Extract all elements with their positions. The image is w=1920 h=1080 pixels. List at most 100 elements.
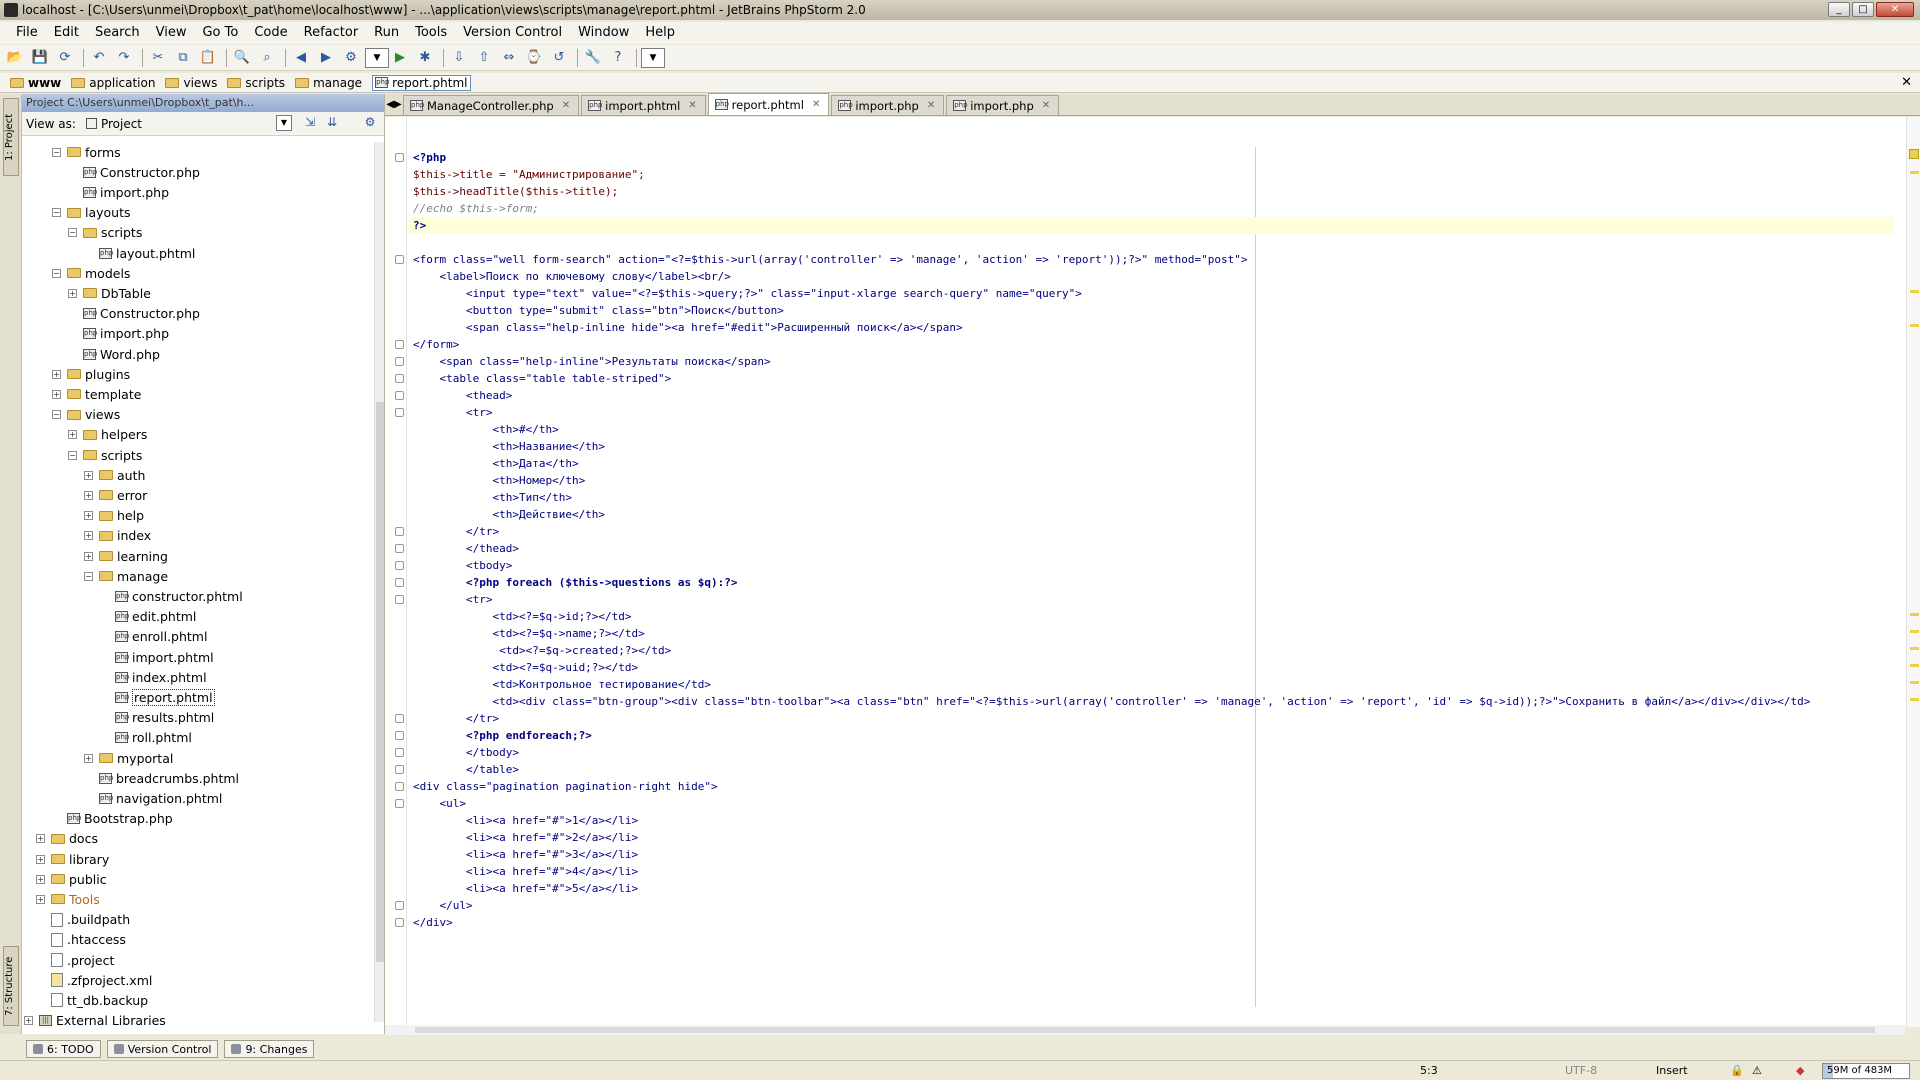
view-as-select[interactable]: Project xyxy=(85,117,142,131)
code-line[interactable]: <?php foreach ($this->questions as $q):?… xyxy=(395,574,1893,591)
fold-marker-icon[interactable] xyxy=(395,255,404,264)
tree-item[interactable]: − forms xyxy=(52,142,121,162)
code-line[interactable]: <span class="help-inline hide"><a href="… xyxy=(413,319,1893,336)
tree-item[interactable]: + error xyxy=(84,485,147,505)
tree-item[interactable]: php constructor.phtml xyxy=(100,586,243,606)
expand-toggle-icon[interactable]: + xyxy=(84,490,93,500)
run-config-dropdown[interactable]: ▼ xyxy=(365,47,389,68)
tree-item[interactable]: − models xyxy=(52,263,130,283)
tree-item[interactable]: .buildpath xyxy=(36,910,130,930)
expand-toggle-icon[interactable]: − xyxy=(84,571,93,581)
tree-item[interactable]: .zfproject.xml xyxy=(36,970,152,990)
help-icon[interactable]: ? xyxy=(607,47,629,69)
lock-icon[interactable]: 🔒 xyxy=(1730,1064,1744,1077)
close-tab-icon[interactable]: ✕ xyxy=(688,100,696,111)
expand-toggle-icon[interactable]: + xyxy=(68,430,77,440)
code-line[interactable]: <thead> xyxy=(395,387,1893,404)
settings-icon[interactable]: 🔧 xyxy=(582,47,604,69)
editor-tab[interactable]: php import.php ✕ xyxy=(946,95,1060,115)
expand-toggle-icon[interactable]: + xyxy=(84,531,93,541)
menu-go-to[interactable]: Go To xyxy=(194,22,246,44)
tab-structure[interactable]: 7: Structure xyxy=(3,946,19,1026)
menu-code[interactable]: Code xyxy=(246,22,295,44)
tree-item[interactable]: php Constructor.php xyxy=(68,162,200,182)
expand-toggle-icon[interactable]: + xyxy=(84,551,93,561)
code-line[interactable]: <th>#</th> xyxy=(413,421,1893,438)
code-line[interactable]: </table> xyxy=(395,761,1893,778)
code-line[interactable]: <li><a href="#">3</a></li> xyxy=(413,846,1893,863)
copy-icon[interactable]: ⧉ xyxy=(172,47,194,69)
fold-marker-icon[interactable] xyxy=(395,340,404,349)
vcs-update-icon[interactable]: ⇩ xyxy=(448,47,470,69)
vcs-revert-icon[interactable]: ↺ xyxy=(548,47,570,69)
code-line[interactable]: <div class="pagination pagination-right … xyxy=(395,778,1893,795)
editor-horizontal-scrollbar[interactable] xyxy=(385,1025,1905,1035)
tab-scroll-icon[interactable]: ◀▶ xyxy=(385,95,403,115)
menu-run[interactable]: Run xyxy=(366,22,407,44)
expand-toggle-icon[interactable]: + xyxy=(84,511,93,521)
code-line[interactable]: <tr> xyxy=(395,591,1893,608)
menu-window[interactable]: Window xyxy=(570,22,637,44)
inspection-status-icon[interactable] xyxy=(1909,149,1919,159)
tab-project[interactable]: 1: Project xyxy=(3,98,19,176)
code-line[interactable]: //echo $this->form; xyxy=(413,200,1893,217)
tree-item[interactable]: php Bootstrap.php xyxy=(52,809,173,829)
scroll-from-source-icon[interactable]: ⇲ xyxy=(302,115,318,131)
fold-marker-icon[interactable] xyxy=(395,391,404,400)
breadcrumb-report[interactable]: php report.phtml xyxy=(372,74,471,91)
toolbar-dropdown[interactable]: ▼ xyxy=(641,47,665,68)
cursor-position[interactable]: 5:3 xyxy=(1420,1064,1438,1077)
fold-marker-icon[interactable] xyxy=(395,544,404,553)
expand-toggle-icon[interactable]: − xyxy=(52,208,61,218)
tree-item[interactable]: + public xyxy=(36,869,107,889)
tree-item[interactable]: − manage xyxy=(84,566,168,586)
tree-item[interactable]: php breadcrumbs.phtml xyxy=(84,768,239,788)
fold-marker-icon[interactable] xyxy=(395,527,404,536)
memory-indicator[interactable]: 59M of 483M xyxy=(1822,1063,1910,1079)
code-line[interactable]: <th>Дата</th> xyxy=(413,455,1893,472)
expand-toggle-icon[interactable]: − xyxy=(52,410,61,420)
breadcrumb-views[interactable]: views xyxy=(165,76,217,90)
tree-item[interactable]: + ||| External Libraries xyxy=(24,1011,166,1031)
code-line[interactable]: </tr> xyxy=(395,710,1893,727)
close-tab-icon[interactable]: ✕ xyxy=(562,100,570,111)
debug-icon[interactable]: ✱ xyxy=(414,47,436,69)
code-line[interactable]: </div> xyxy=(395,914,1893,931)
tree-item[interactable]: .project xyxy=(36,950,114,970)
expand-toggle-icon[interactable]: + xyxy=(24,1016,33,1026)
fold-marker-icon[interactable] xyxy=(395,595,404,604)
inspector-icon[interactable]: ⚠ xyxy=(1752,1064,1762,1077)
code-line[interactable]: $this->headTitle($this->title); xyxy=(413,183,1893,200)
tree-item[interactable]: php roll.phtml xyxy=(100,728,192,748)
code-line[interactable]: <td><?=$q->created;?></td> xyxy=(413,642,1893,659)
close-window-button[interactable]: ✕ xyxy=(1876,2,1914,17)
editor-gutter[interactable] xyxy=(385,117,407,1027)
tree-item[interactable]: php import.phtml xyxy=(100,647,214,667)
code-line[interactable]: <td><?=$q->id;?></td> xyxy=(413,608,1893,625)
back-icon[interactable]: ◀ xyxy=(290,47,312,69)
fold-marker-icon[interactable] xyxy=(395,578,404,587)
menu-view[interactable]: View xyxy=(148,22,195,44)
undo-icon[interactable]: ↶ xyxy=(88,47,110,69)
warning-marker[interactable] xyxy=(1910,664,1919,667)
fold-marker-icon[interactable] xyxy=(395,153,404,162)
warning-marker[interactable] xyxy=(1910,613,1919,616)
build-icon[interactable]: ⚙ xyxy=(340,47,362,69)
tree-item[interactable]: php edit.phtml xyxy=(100,607,196,627)
code-line[interactable]: </tr> xyxy=(395,523,1893,540)
view-as-dropdown-icon[interactable]: ▼ xyxy=(276,115,292,131)
warning-marker[interactable] xyxy=(1910,290,1919,293)
tree-item[interactable]: + docs xyxy=(36,829,98,849)
find-icon[interactable]: 🔍 xyxy=(231,47,253,69)
code-line[interactable]: $this->title = "Администрирование"; xyxy=(413,166,1893,183)
gear-icon[interactable]: ⚙ xyxy=(362,115,378,131)
code-line[interactable]: <?php xyxy=(395,149,1893,166)
cut-icon[interactable]: ✂ xyxy=(147,47,169,69)
code-line[interactable]: <li><a href="#">4</a></li> xyxy=(413,863,1893,880)
code-line[interactable]: <tbody> xyxy=(395,557,1893,574)
synchronize-icon[interactable]: ⟳ xyxy=(54,47,76,69)
tree-item[interactable]: + auth xyxy=(84,465,145,485)
file-encoding[interactable]: UTF-8 xyxy=(1565,1064,1597,1077)
menu-version-control[interactable]: Version Control xyxy=(455,22,570,44)
redo-icon[interactable]: ↷ xyxy=(113,47,135,69)
